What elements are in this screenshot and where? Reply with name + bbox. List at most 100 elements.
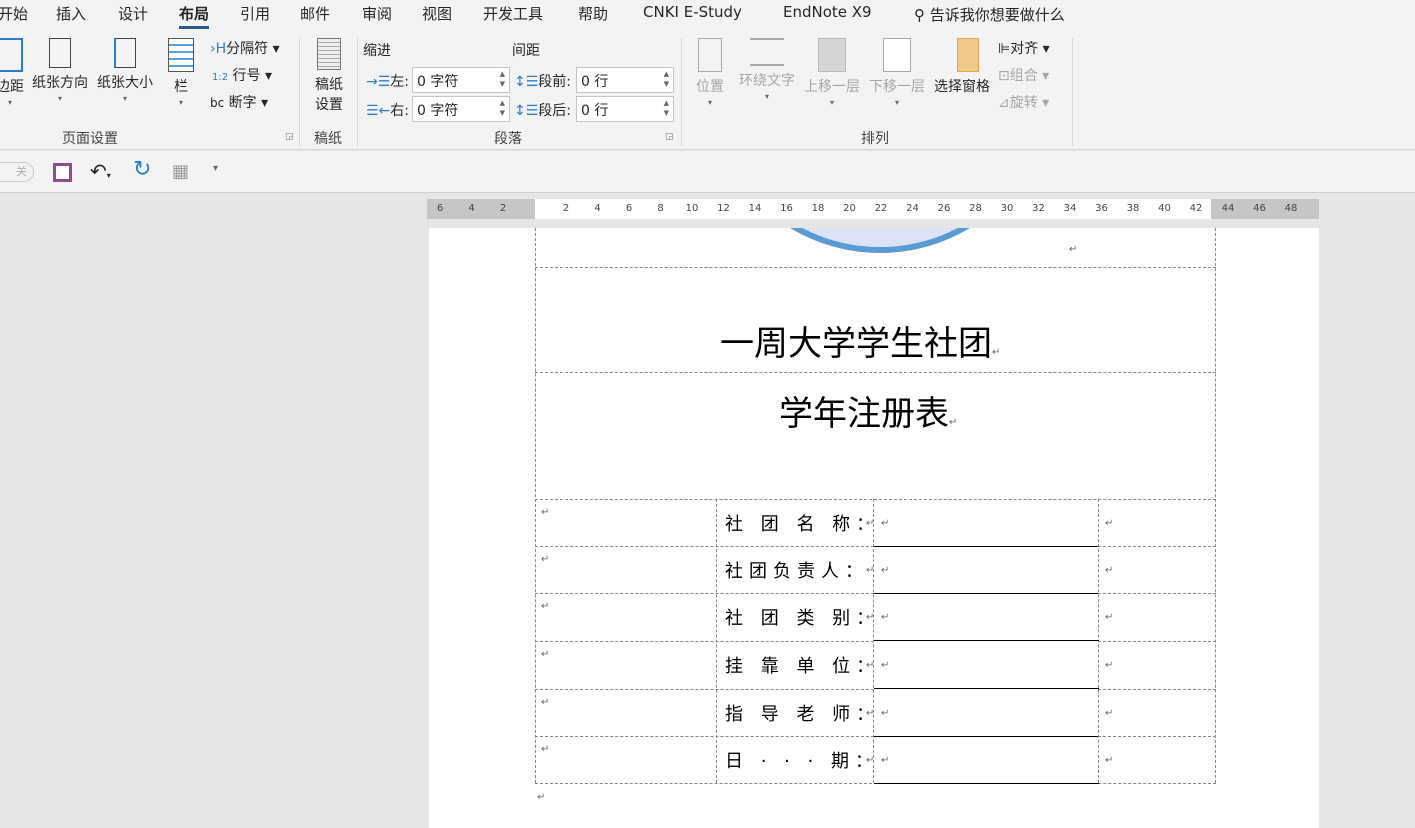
orientation-button[interactable]: 纸张方向▾ (28, 38, 92, 103)
field-input-cell[interactable] (874, 737, 1098, 782)
ruler-number: 28 (969, 203, 982, 214)
divider (681, 38, 682, 146)
columns-button[interactable]: 栏▾ (166, 38, 196, 107)
margins-button[interactable]: 边距▾ (0, 38, 28, 107)
ruler-number: 4 (468, 203, 474, 214)
page-setup-launcher-icon[interactable]: ◲ (285, 132, 294, 142)
ruler-number: 2 (563, 203, 569, 214)
horizontal-ruler[interactable]: 6422468101214161820222426283032343638404… (427, 199, 1319, 219)
group-label-paragraph: 段落 (494, 128, 522, 148)
paragraph-mark: ↵ (881, 755, 889, 766)
field-input-cell[interactable] (874, 642, 1098, 687)
circle-shape[interactable] (706, 228, 1054, 253)
selection-pane-button[interactable]: 选择窗格 (931, 38, 993, 96)
ruler-number: 14 (749, 203, 762, 214)
spacing-before-input[interactable]: 0 行▲▼ (576, 67, 674, 93)
paragraph-mark: ↵ (881, 565, 889, 576)
rotate-button[interactable]: ⊿旋转 ▾ (998, 92, 1049, 112)
divider (357, 38, 358, 146)
indent-right-icon: ☰← (366, 103, 390, 119)
size-icon (114, 38, 136, 68)
tab-10[interactable]: CNKI E-Study (643, 3, 742, 21)
tab-3[interactable]: 布局 (179, 3, 209, 29)
paragraph-mark: ↵ (866, 565, 874, 576)
ruler-number: 42 (1190, 203, 1203, 214)
field-input-cell[interactable] (874, 547, 1098, 592)
customize-toolbar-icon[interactable]: ▾ (213, 163, 218, 174)
ruler-number: 10 (686, 203, 699, 214)
wrap-text-icon (750, 38, 784, 66)
ribbon: 边距▾ 纸张方向▾ 纸张大小▾ 栏▾ ›H分隔符 ▾ 1:2 行号 ▾ bc 断… (0, 30, 1415, 150)
table-border (535, 267, 1216, 268)
field-input-cell[interactable] (874, 594, 1098, 639)
ruler-number: 2 (500, 203, 506, 214)
paragraph-mark: ↵ (541, 697, 549, 708)
tab-8[interactable]: 开发工具 (483, 3, 543, 24)
table-icon[interactable]: ▦ (172, 161, 189, 182)
undo-icon[interactable]: ↶▾ (90, 159, 111, 183)
align-button[interactable]: ⊫对齐 ▾ (998, 38, 1050, 58)
ruler-number: 44 (1222, 203, 1235, 214)
group-label-arrange: 排列 (861, 128, 889, 148)
tab-6[interactable]: 审阅 (362, 3, 392, 24)
paragraph-launcher-icon[interactable]: ◲ (665, 132, 674, 142)
table-border (535, 736, 874, 737)
save-icon[interactable] (53, 163, 72, 182)
toggle-switch[interactable]: 关 (0, 162, 34, 182)
spacing-after-input[interactable]: 0 行▲▼ (576, 96, 674, 122)
tab-0[interactable]: 开始 (0, 3, 28, 24)
selection-pane-icon (957, 38, 979, 72)
bring-forward-button[interactable]: 上移一层▾ (801, 38, 863, 107)
field-input-cell[interactable] (874, 500, 1098, 545)
field-label: 社 团 名 称： (725, 510, 880, 536)
orientation-icon (49, 38, 71, 68)
spinner-icon[interactable]: ▲▼ (664, 69, 669, 89)
tell-me-search[interactable]: ⚲ 告诉我你想要做什么 (914, 4, 1065, 25)
tab-1[interactable]: 插入 (56, 3, 86, 24)
ruler-number: 24 (906, 203, 919, 214)
redo-icon[interactable]: ↻ (133, 157, 151, 182)
spinner-icon[interactable]: ▲▼ (500, 98, 505, 118)
tab-9[interactable]: 帮助 (578, 3, 608, 24)
send-backward-button[interactable]: 下移一层▾ (866, 38, 928, 107)
spinner-icon[interactable]: ▲▼ (500, 69, 505, 89)
paragraph-mark: ↵ (1105, 660, 1113, 671)
indent-right-input[interactable]: 0 字符▲▼ (412, 96, 510, 122)
breaks-button[interactable]: ›H分隔符 ▾ (210, 38, 280, 58)
manuscript-settings-button[interactable]: 稿纸设置 (310, 38, 348, 114)
indent-left-input[interactable]: 0 字符▲▼ (412, 67, 510, 93)
paragraph-mark: ↵ (541, 601, 549, 612)
doc-title-line2[interactable]: 学年注册表↵ (779, 386, 957, 435)
ruler-number: 26 (938, 203, 951, 214)
field-input-cell[interactable] (874, 690, 1098, 735)
tab-4[interactable]: 引用 (240, 3, 270, 24)
paragraph-mark: ↵ (881, 518, 889, 529)
ruler-number: 40 (1158, 203, 1171, 214)
ruler-number: 8 (657, 203, 663, 214)
hyphenation-button[interactable]: bc 断字 ▾ (210, 92, 268, 112)
spinner-icon[interactable]: ▲▼ (664, 98, 669, 118)
tab-11[interactable]: EndNote X9 (783, 3, 872, 21)
wrap-text-button[interactable]: 环绕文字▾ (736, 38, 798, 101)
align-icon: ⊫ (998, 41, 1010, 57)
ruler-number: 32 (1032, 203, 1045, 214)
breaks-icon: ›H (210, 41, 226, 57)
paragraph-mark: ↵ (881, 708, 889, 719)
paragraph-mark: ↵ (881, 612, 889, 623)
paragraph-mark: ↵ (1105, 518, 1113, 529)
margins-icon (0, 38, 23, 72)
spacing-after-label: ↕☰段后: (514, 100, 571, 120)
size-button[interactable]: 纸张大小▾ (94, 38, 156, 103)
field-label: 日 · · · 期： (725, 747, 879, 773)
document-page[interactable]: ↵ 一周大学学生社团↵ 学年注册表↵ 社 团 名 称：↵↵↵↵社团负责人：↵↵↵… (429, 228, 1319, 828)
tab-7[interactable]: 视图 (422, 3, 452, 24)
position-button[interactable]: 位置▾ (692, 38, 728, 107)
group-objects-button[interactable]: ⊡组合 ▾ (998, 65, 1049, 85)
search-icon: ⚲ (914, 6, 925, 24)
doc-title-line1[interactable]: 一周大学学生社团↵ (720, 316, 1000, 365)
table-border (1098, 641, 1216, 642)
tab-2[interactable]: 设计 (118, 3, 148, 24)
ribbon-tabs: 开始 插入 设计 布局 引用 邮件 审阅 视图 开发工具 帮助 CNKI E-Study EndNot… (0, 0, 1415, 30)
line-numbers-button[interactable]: 1:2 行号 ▾ (212, 65, 272, 85)
tab-5[interactable]: 邮件 (300, 3, 330, 24)
